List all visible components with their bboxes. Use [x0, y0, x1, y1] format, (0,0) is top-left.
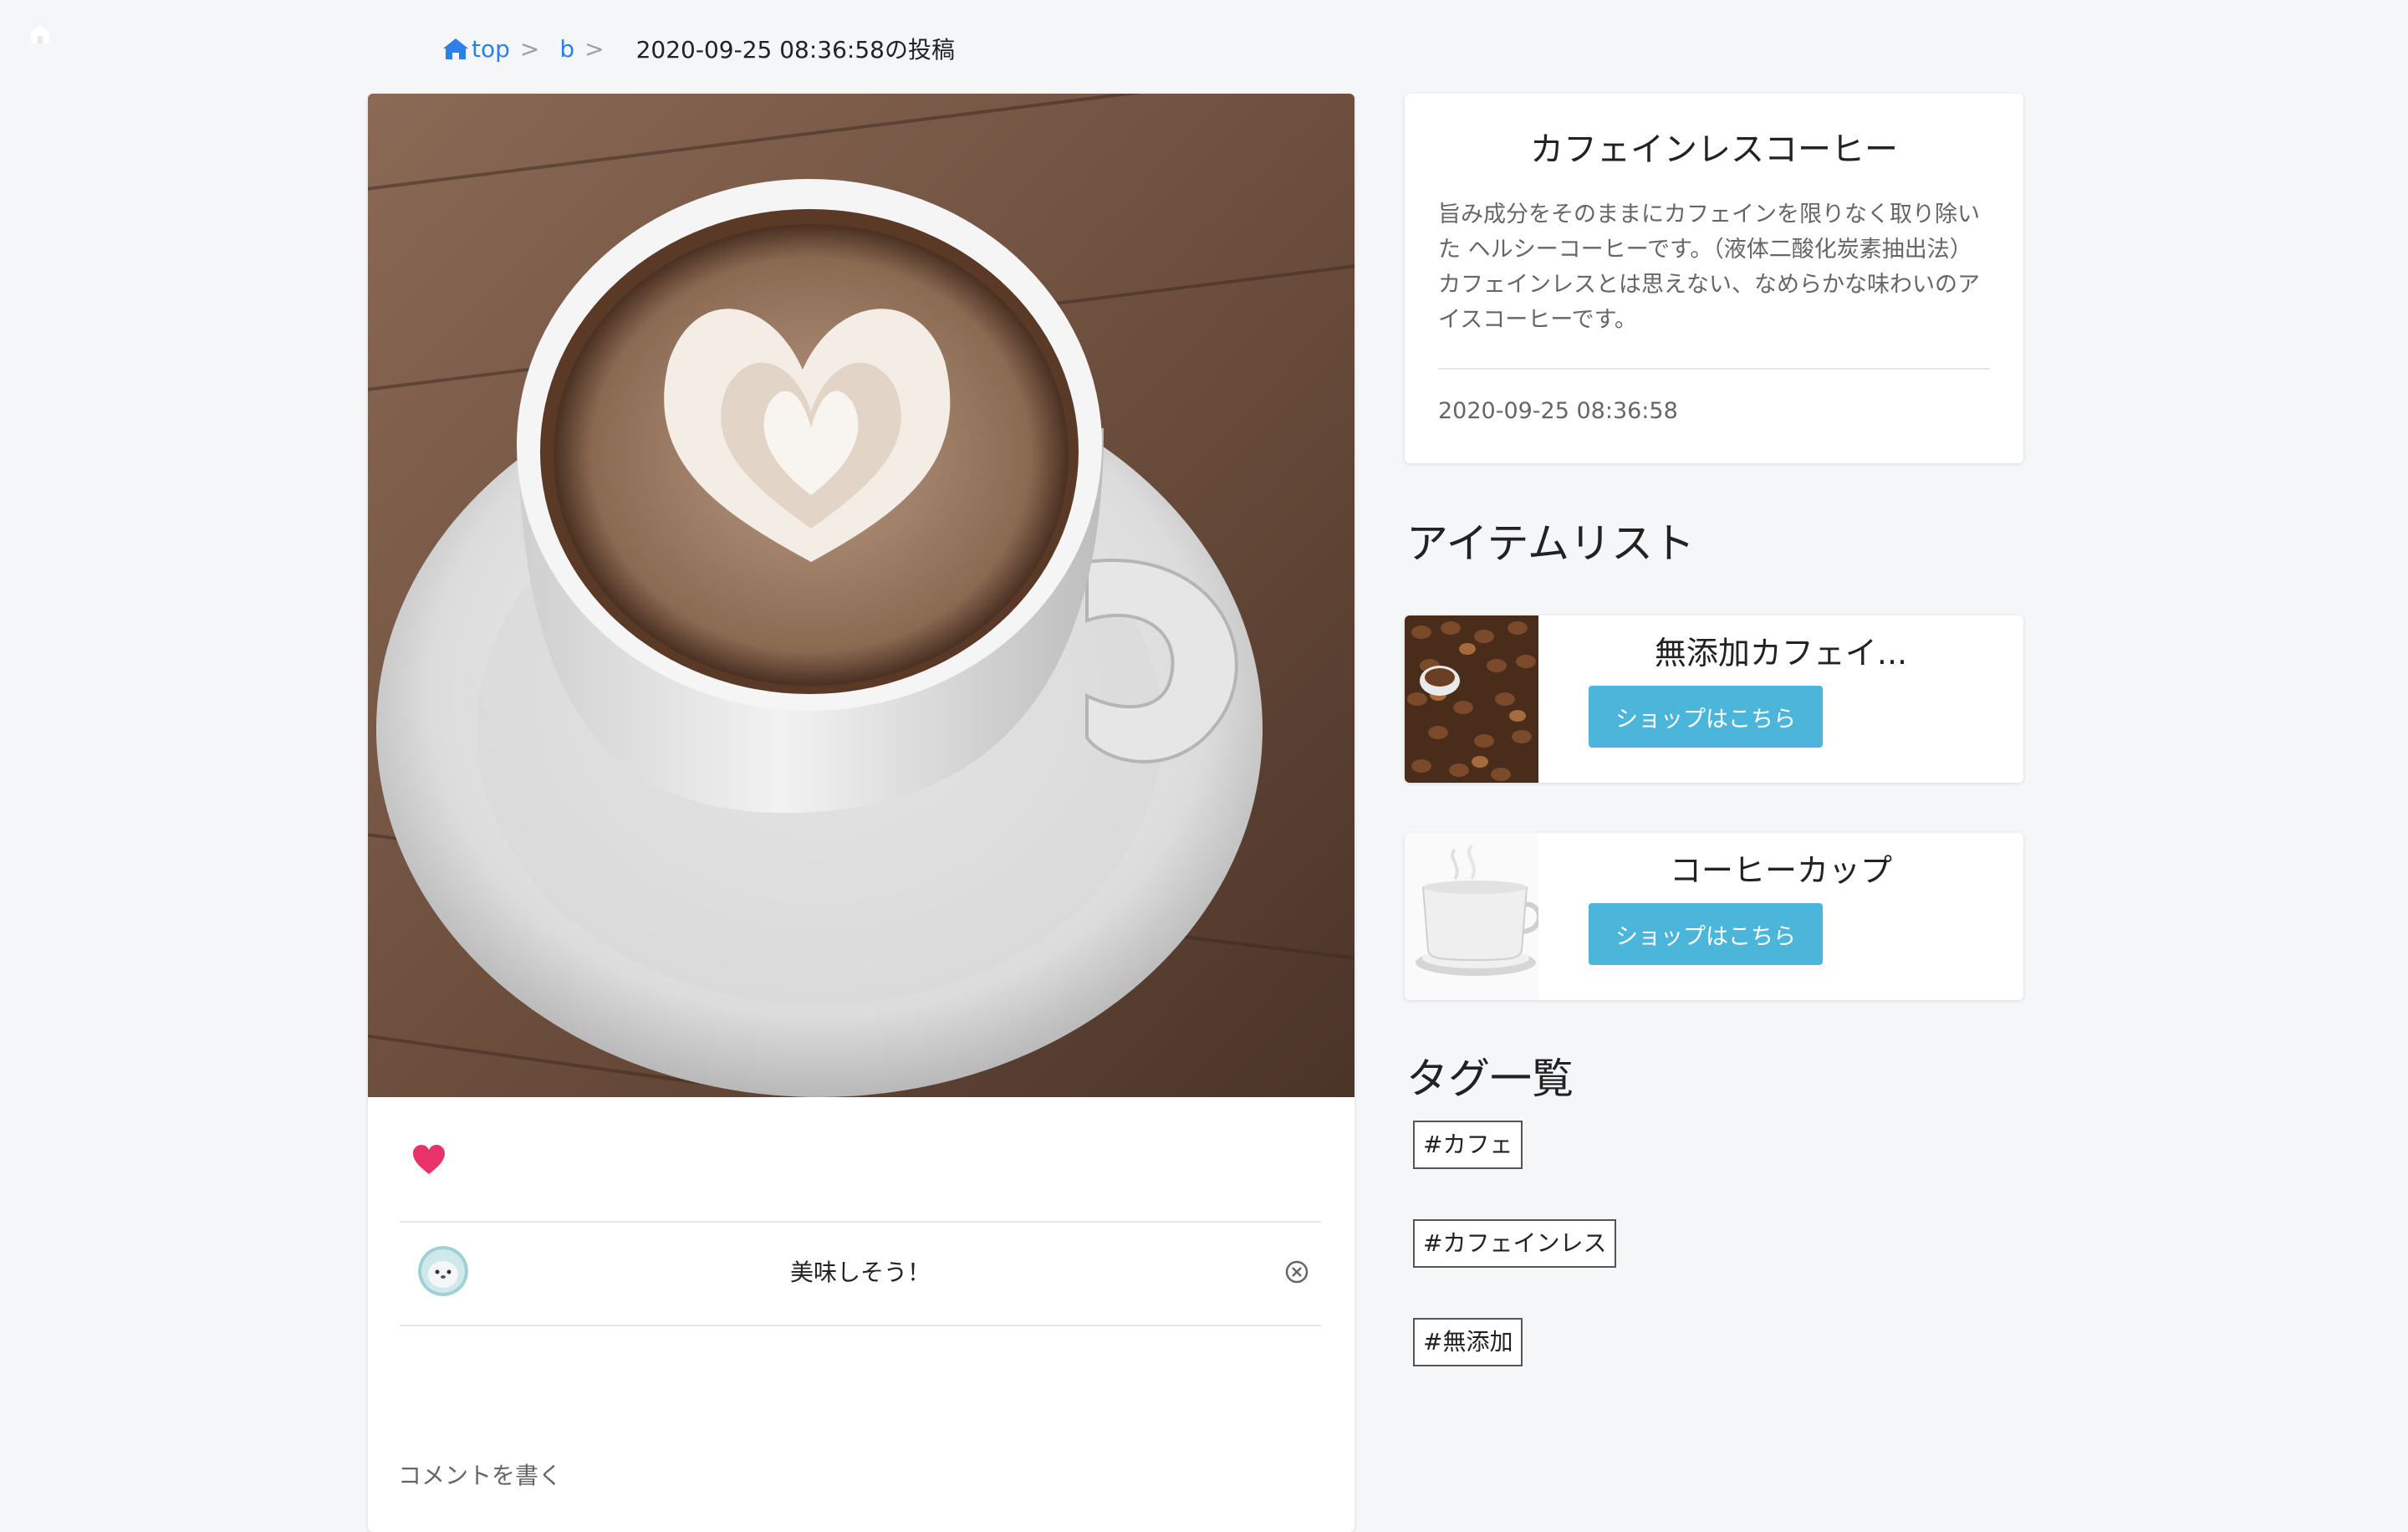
item-thumbnail: [1405, 833, 1538, 1000]
item-card: コーヒーカップ ショップはこちら: [1405, 833, 2023, 1000]
item-list-heading: アイテムリスト: [1406, 519, 1695, 568]
item-thumbnail: [1405, 615, 1538, 783]
comment-text: 美味しそう！: [789, 1259, 931, 1286]
breadcrumb-home-label[interactable]: top: [472, 35, 510, 63]
post-card: 美味しそう！ 更新: [368, 94, 1354, 1532]
comment-input[interactable]: [398, 1452, 1318, 1499]
divider: [1438, 368, 1990, 370]
home-icon[interactable]: [28, 23, 53, 45]
post-photo: [368, 94, 1354, 1097]
breadcrumb-separator: >: [519, 34, 540, 63]
tag-item[interactable]: #無添加: [1413, 1318, 1523, 1366]
tag-item[interactable]: #カフェインレス: [1413, 1219, 1617, 1268]
item-card: 無添加カフェイ... ショップはこちら: [1405, 615, 2023, 783]
divider: [400, 1325, 1321, 1326]
close-circle-icon[interactable]: [1284, 1259, 1309, 1284]
heart-icon[interactable]: [411, 1144, 446, 1176]
shop-button[interactable]: ショップはこちら: [1589, 686, 1823, 748]
item-name: 無添加カフェイ...: [1654, 635, 1908, 672]
breadcrumb-home-link[interactable]: top: [441, 35, 510, 63]
tag-item[interactable]: #カフェ: [1413, 1121, 1523, 1169]
breadcrumb-separator: >: [584, 34, 605, 63]
item-name: コーヒーカップ: [1669, 852, 1892, 889]
post-info-card: カフェインレスコーヒー 旨み成分をそのままにカフェインを限りなく取り除いた ヘル…: [1405, 94, 2023, 463]
shop-button[interactable]: ショップはこちら: [1589, 903, 1823, 965]
breadcrumb-current: 2020-09-25 08:36:58の投稿: [635, 36, 955, 64]
post-description: 旨み成分をそのままにカフェインを限りなく取り除いた ヘルシーコーヒーです。（液体…: [1438, 202, 1980, 333]
breadcrumb-user-link[interactable]: b: [559, 35, 574, 63]
breadcrumb: top > b > 2020-09-25 08:36:58の投稿: [441, 32, 955, 65]
comment-item: 美味しそう！: [400, 1221, 1321, 1321]
house-icon: [443, 38, 468, 59]
tag-list-heading: タグ一覧: [1406, 1055, 1574, 1103]
post-title: カフェインレスコーヒー: [1530, 130, 1898, 169]
post-date: 2020-09-25 08:36:58: [1438, 398, 1678, 424]
